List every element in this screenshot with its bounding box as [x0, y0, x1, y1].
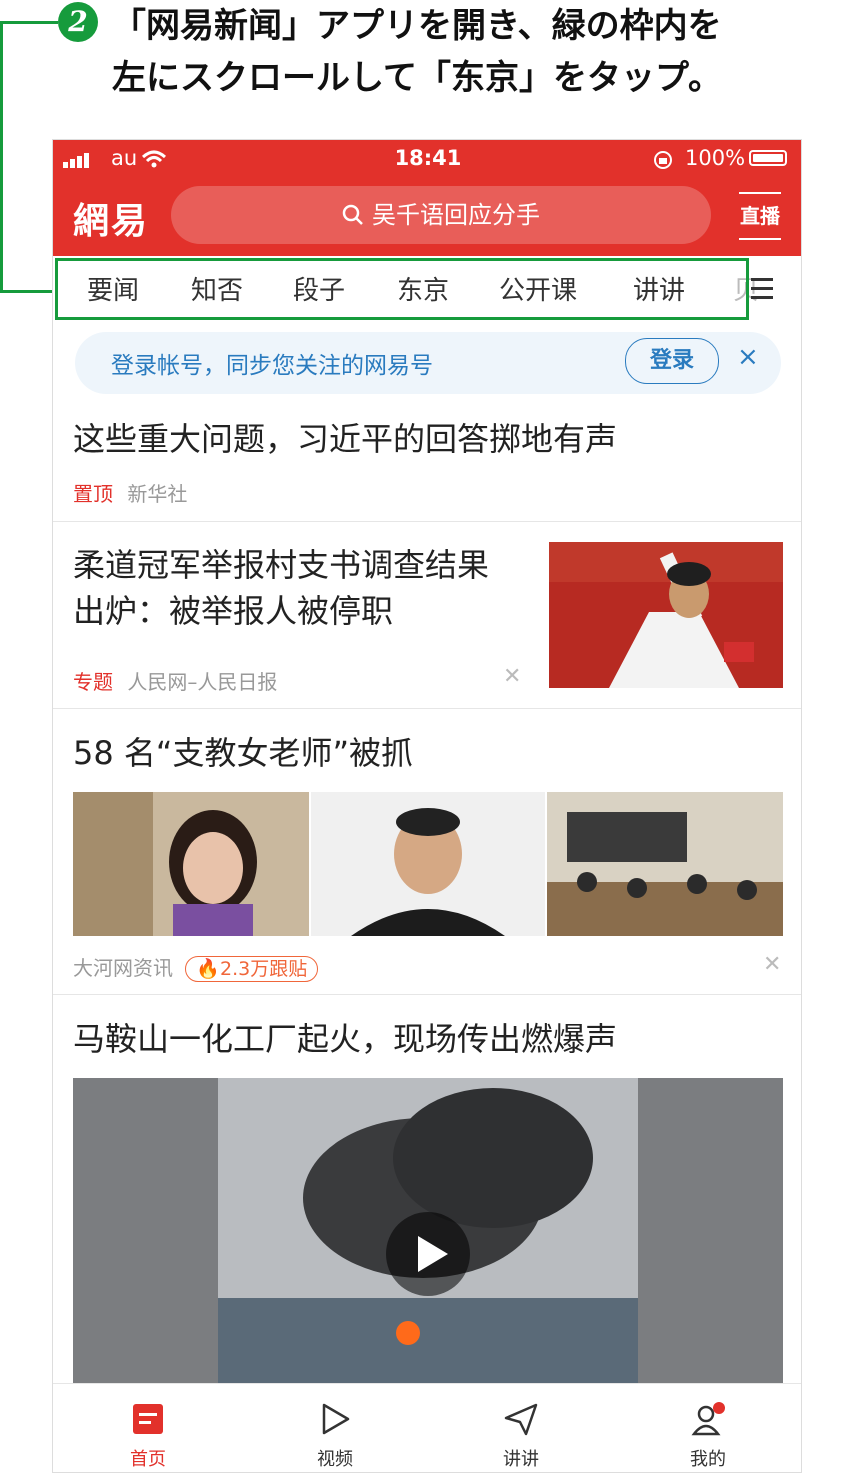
news-image[interactable] — [73, 792, 309, 936]
video-thumbnail[interactable] — [73, 1078, 783, 1383]
divider — [53, 708, 801, 709]
nav-talk-label: 讲讲 — [503, 1449, 539, 1470]
comment-count-badge[interactable]: 🔥2.3万跟贴 — [185, 956, 319, 982]
news-thumbnail[interactable] — [549, 542, 783, 688]
classroom-photo — [547, 792, 783, 936]
news-title-line-1: 柔道冠军举报村支书调查结果 — [73, 546, 490, 584]
news-image[interactable] — [547, 792, 783, 936]
news-source: 人民网–人民日报 — [127, 670, 278, 694]
nav-home-label: 首页 — [130, 1449, 166, 1470]
nav-mine[interactable]: 我的 — [653, 1384, 763, 1471]
bottom-nav: 首页 视频 讲讲 我的 — [53, 1383, 801, 1472]
dismiss-icon[interactable]: ✕ — [503, 664, 521, 689]
news-title-line-2: 出炉：被举报人被停职 — [73, 592, 394, 630]
news-source: 新华社 — [127, 482, 188, 506]
rotation-lock-icon — [654, 151, 672, 169]
news-title[interactable]: 这些重大问题，习近平的回答掷地有声 — [73, 416, 617, 462]
suspect-photo — [311, 792, 545, 936]
callout-line — [0, 21, 3, 293]
nav-video-label: 视频 — [317, 1449, 353, 1470]
news-title[interactable]: 58 名“支教女老师”被抓 — [73, 730, 413, 776]
battery-percent: 100% — [685, 146, 746, 170]
instruction-text: 「网易新闻」アプリを開き、緑の枠内を 左にスクロールして「东京」をタップ。 — [112, 0, 722, 104]
login-banner: 登录帐号，同步您关注的网易号 登录 × — [75, 332, 781, 394]
news-title[interactable]: 柔道冠军举报村支书调查结果 出炉：被举报人被停职 — [73, 542, 489, 634]
highlight-box — [55, 258, 749, 320]
app-logo: 網易 — [73, 200, 150, 242]
instruction-line-2: 左にスクロールして「东京」をタップ。 — [112, 58, 722, 98]
paper-plane-icon — [504, 1403, 538, 1436]
news-title[interactable]: 马鞍山一化工厂起火，现场传出燃爆声 — [73, 1016, 617, 1062]
factory-fire-video-frame — [73, 1078, 783, 1383]
judo-athlete-photo — [549, 542, 783, 688]
news-source: 大河网资讯 — [73, 956, 173, 980]
nav-talk[interactable]: 讲讲 — [466, 1384, 576, 1471]
notification-dot — [713, 1402, 725, 1414]
battery-icon — [749, 150, 787, 166]
callout-line-top — [0, 21, 58, 24]
nav-video[interactable]: 视频 — [280, 1384, 390, 1471]
fire-icon: 🔥 — [196, 958, 221, 980]
search-placeholder: 吴千语回应分手 — [171, 186, 711, 244]
status-bar: au 18:41 100% — [53, 140, 801, 178]
home-icon — [133, 1404, 163, 1434]
news-meta: 大河网资讯 🔥2.3万跟贴 — [73, 952, 319, 982]
dismiss-icon[interactable]: ✕ — [763, 952, 781, 977]
news-image[interactable] — [311, 792, 545, 936]
search-bar[interactable]: 吴千语回应分手 — [171, 186, 711, 244]
play-icon — [322, 1403, 350, 1435]
comment-count: 2.3万跟贴 — [220, 958, 308, 980]
user-icon — [691, 1402, 725, 1436]
close-icon[interactable]: × — [737, 342, 759, 372]
callout-line-bottom — [0, 290, 54, 293]
phone-screen: au 18:41 100% 網易 吴千语回应分手 直播 要闻 知否 段子 东京 … — [52, 139, 802, 1473]
topic-tag: 专题 — [73, 670, 113, 694]
teacher-photo — [73, 792, 309, 936]
login-button[interactable]: 登录 — [625, 338, 719, 384]
news-meta: 置顶 新华社 — [73, 478, 187, 507]
battery-level — [753, 154, 783, 162]
search-placeholder-text: 吴千语回应分手 — [372, 201, 540, 229]
menu-icon[interactable] — [751, 278, 773, 299]
pinned-tag: 置顶 — [73, 482, 113, 506]
step-number-badge: 2 — [58, 2, 98, 42]
news-meta: 专题 人民网–人民日报 — [73, 666, 277, 695]
divider — [53, 994, 801, 995]
instruction-line-1: 「网易新闻」アプリを開き、緑の枠内を — [112, 6, 722, 46]
nav-home[interactable]: 首页 — [93, 1384, 203, 1471]
login-prompt: 登录帐号，同步您关注的网易号 — [111, 353, 433, 379]
nav-mine-label: 我的 — [690, 1449, 726, 1470]
search-icon — [342, 204, 363, 225]
live-button[interactable]: 直播 — [739, 192, 781, 240]
app-header: au 18:41 100% 網易 吴千语回应分手 直播 — [53, 140, 801, 256]
divider — [53, 521, 801, 522]
